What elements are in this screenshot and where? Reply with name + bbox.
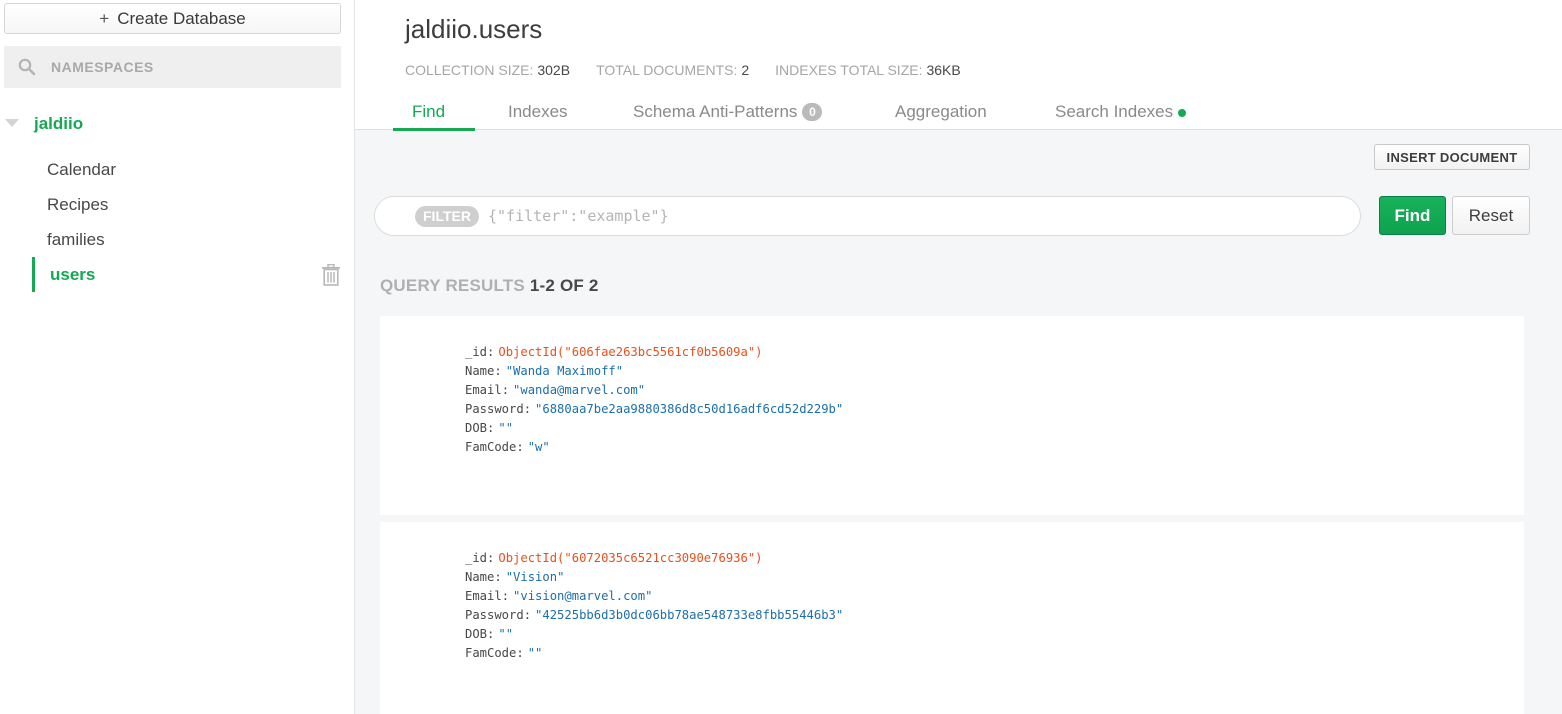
collection-stats: COLLECTION SIZE: 302B TOTAL DOCUMENTS: 2 I… [405, 62, 987, 78]
sidebar: + Create Database jaldiio Calendar Recip… [0, 0, 355, 714]
filter-bar: FILTER [374, 196, 1361, 236]
document-field: FamCode: "" [465, 646, 543, 660]
document-field: Email: "wanda@marvel.com" [465, 383, 646, 397]
collection-header: jaldiio.users COLLECTION SIZE: 302B TOTAL… [355, 0, 1562, 131]
tab-aggregation[interactable]: Aggregation [877, 100, 1037, 130]
create-database-button[interactable]: + Create Database [4, 3, 341, 34]
tab-indexes[interactable]: Indexes [490, 100, 615, 130]
sidebar-database-jaldiio[interactable]: jaldiio [0, 110, 354, 138]
caret-down-icon [5, 119, 19, 127]
reset-button[interactable]: Reset [1452, 196, 1530, 235]
status-dot-icon [1178, 109, 1187, 117]
document-field: DOB: "" [465, 627, 514, 641]
main-panel: jaldiio.users COLLECTION SIZE: 302B TOTAL… [355, 0, 1562, 714]
collection-label: families [47, 229, 105, 249]
create-database-label: Create Database [117, 8, 246, 28]
document-field: _id: ObjectId("6072035c6521cc3090e76936") [465, 551, 763, 565]
document-fields: _id: ObjectId("6072035c6521cc3090e76936")… [465, 549, 843, 663]
results-count: 1-2 OF 2 [529, 276, 599, 295]
search-icon [18, 58, 36, 76]
sidebar-item-families[interactable]: families [0, 222, 354, 257]
sidebar-item-calendar[interactable]: Calendar [0, 152, 354, 187]
document-field: DOB: "" [465, 421, 514, 435]
collection-list: Calendar Recipes families users [0, 152, 354, 292]
document-field: Password: "6880aa7be2aa9880386d8c50d16adf… [465, 402, 844, 416]
filter-input[interactable] [488, 205, 1338, 227]
collection-label: Calendar [47, 159, 116, 179]
sidebar-item-recipes[interactable]: Recipes [0, 187, 354, 222]
namespace-search-input[interactable] [51, 59, 321, 75]
tab-search-indexes[interactable]: Search Indexes [1037, 100, 1197, 130]
document-field: FamCode: "w" [465, 440, 550, 454]
trash-icon[interactable] [321, 264, 341, 286]
collection-label: Recipes [47, 194, 109, 214]
tab-find[interactable]: Find [393, 100, 490, 131]
plus-icon: + [99, 8, 110, 28]
document-field: Name: "Vision" [465, 570, 565, 584]
query-results-label: QUERY RESULTS 1-2 OF 2 [380, 276, 599, 295]
document-card[interactable]: _id: ObjectId("606fae263bc5561cf0b5609a")… [380, 316, 1524, 515]
sidebar-item-users[interactable]: users [0, 257, 354, 292]
collection-label: users [50, 264, 96, 284]
count-badge: 0 [802, 103, 823, 121]
database-name: jaldiio [34, 114, 84, 133]
find-button[interactable]: Find [1379, 196, 1446, 235]
namespace-search [4, 46, 341, 88]
filter-label: FILTER [415, 206, 479, 227]
document-field: Password: "42525bb6d3b0dc06bb78ae548733e8… [465, 608, 844, 622]
document-field: _id: ObjectId("606fae263bc5561cf0b5609a") [465, 345, 763, 359]
document-field: Name: "Wanda Maximoff" [465, 364, 624, 378]
insert-document-button[interactable]: INSERT DOCUMENT [1374, 144, 1530, 170]
stat-total-documents: TOTAL DOCUMENTS: 2 [596, 62, 750, 78]
tab-schema-anti-patterns[interactable]: Schema Anti-Patterns 0 [615, 100, 877, 130]
document-field: Email: "vision@marvel.com" [465, 589, 653, 603]
stat-collection-size: COLLECTION SIZE: 302B [405, 62, 571, 78]
collection-tabs: Find Indexes Schema Anti-Patterns 0 Aggr… [393, 100, 1197, 131]
document-card[interactable]: _id: ObjectId("6072035c6521cc3090e76936")… [380, 522, 1524, 714]
stat-indexes-size: INDEXES TOTAL SIZE: 36KB [775, 62, 961, 78]
document-fields: _id: ObjectId("606fae263bc5561cf0b5609a")… [465, 343, 843, 457]
page-title: jaldiio.users [405, 14, 543, 44]
